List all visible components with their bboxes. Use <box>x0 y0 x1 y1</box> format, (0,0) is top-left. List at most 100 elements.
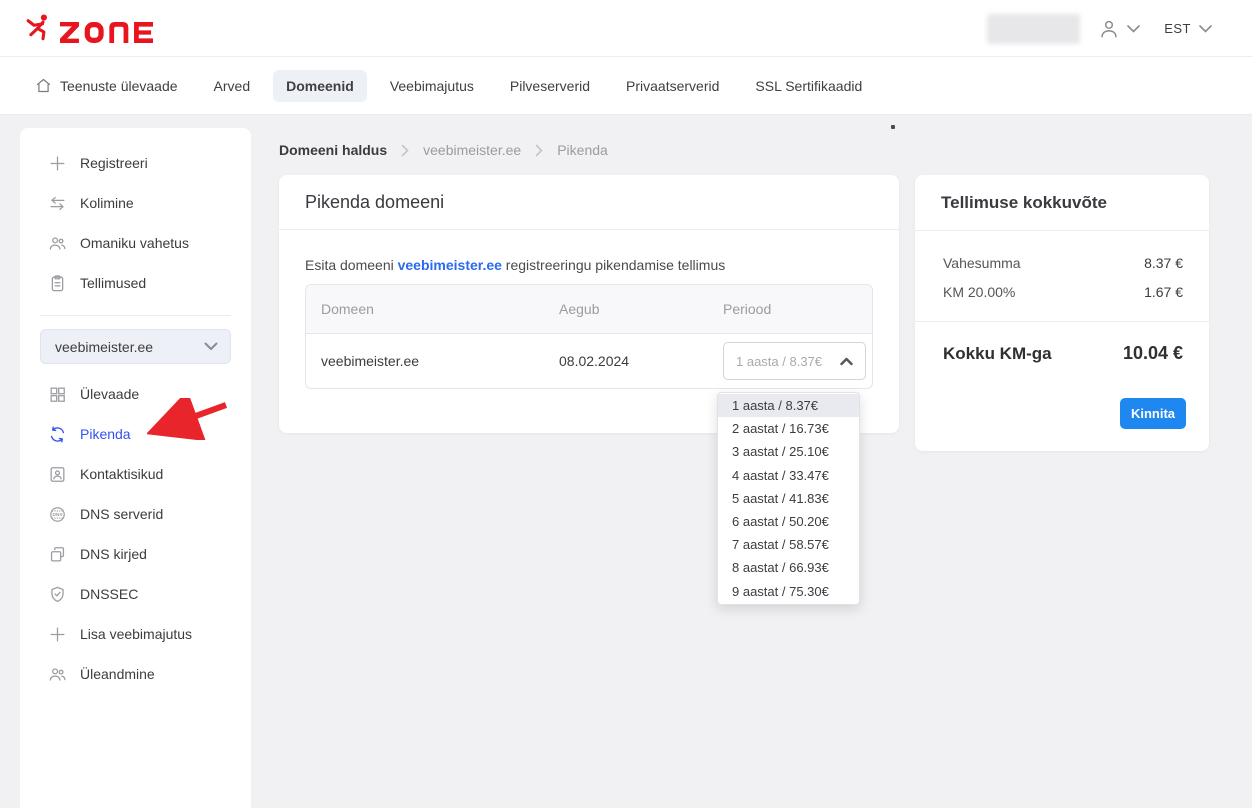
annotation-arrow <box>147 398 231 440</box>
renew-table: Domeen Aegub Periood veebimeister.ee 08.… <box>305 284 873 389</box>
transfer-arrows-icon <box>48 194 67 213</box>
people-icon <box>48 234 67 253</box>
tab-privaatserverid[interactable]: Privaatserverid <box>626 78 719 94</box>
summary-title: Tellimuse kokkuvõte <box>941 193 1107 213</box>
tab-pilveserverid[interactable]: Pilveserverid <box>510 78 590 94</box>
confirm-button[interactable]: Kinnita <box>1120 398 1186 429</box>
vat-value: 1.67 € <box>1144 284 1183 300</box>
sidebar-item-registreeri[interactable]: Registreeri <box>20 143 251 183</box>
zone-runner-icon <box>25 12 52 43</box>
user-menu[interactable] <box>1098 18 1140 40</box>
order-summary-card: Tellimuse kokkuvõte Vahesumma 8.37 € KM … <box>915 175 1209 451</box>
records-icon <box>48 545 67 564</box>
period-option-1[interactable]: 1 aasta / 8.37€ <box>718 394 859 417</box>
sidebar-item-dns-serverid[interactable]: DNS DNS serverid <box>20 494 251 534</box>
renew-description: Esita domeeni veebimeister.ee registreer… <box>305 257 873 273</box>
sidebar-item-label: DNSSEC <box>80 586 138 602</box>
redacted-username <box>987 14 1080 44</box>
chevron-down-icon <box>1199 25 1212 33</box>
sidebar-item-dnssec[interactable]: DNSSEC <box>20 574 251 614</box>
summary-total-row: Kokku KM-ga 10.04 € <box>915 322 1209 364</box>
main-nav: Teenuste ülevaade Arved Domeenid Veebima… <box>0 57 1252 115</box>
selected-domain: veebimeister.ee <box>55 339 153 355</box>
period-select[interactable]: 1 aasta / 8.37€ <box>723 342 866 380</box>
total-value: 10.04 € <box>1123 343 1183 364</box>
column-header-periood: Periood <box>723 301 872 317</box>
clipboard-icon <box>48 274 67 293</box>
column-header-domeen: Domeen <box>306 301 559 317</box>
period-dropdown-menu: 1 aasta / 8.37€ 2 aastat / 16.73€ 3 aast… <box>717 392 860 605</box>
tab-domeenid[interactable]: Domeenid <box>273 70 367 102</box>
chevron-up-icon <box>840 357 853 366</box>
expiry-date-cell: 08.02.2024 <box>559 353 723 369</box>
sidebar-item-uleandmine[interactable]: Üleandmine <box>20 654 251 694</box>
period-option-7[interactable]: 7 aastat / 58.57€ <box>718 533 859 556</box>
user-icon <box>1098 18 1120 40</box>
subtotal-label: Vahesumma <box>943 255 1021 271</box>
tab-label: Domeenid <box>286 78 354 94</box>
tab-teenuste-ulevaade[interactable]: Teenuste ülevaade <box>35 77 178 94</box>
tab-ssl-sertifikaadid[interactable]: SSL Sertifikaadid <box>755 78 862 94</box>
vat-label: KM 20.00% <box>943 284 1015 300</box>
sidebar-divider <box>40 315 231 316</box>
period-option-8[interactable]: 8 aastat / 66.93€ <box>718 556 859 579</box>
table-row: veebimeister.ee 08.02.2024 1 aasta / 8.3… <box>306 334 872 388</box>
total-label: Kokku KM-ga <box>943 344 1052 364</box>
description-text: Esita domeeni <box>305 257 398 273</box>
period-option-4[interactable]: 4 aastat / 33.47€ <box>718 464 859 487</box>
sidebar-item-kontaktisikud[interactable]: Kontaktisikud <box>20 454 251 494</box>
tab-label: Pilveserverid <box>510 78 590 94</box>
period-option-2[interactable]: 2 aastat / 16.73€ <box>718 417 859 440</box>
summary-row-vat: KM 20.00% 1.67 € <box>943 284 1183 300</box>
people-icon <box>48 665 67 684</box>
domain-sidebar: Registreeri Kolimine Omaniku vahetus Tel… <box>20 128 251 808</box>
zone-logo-wordmark <box>60 22 153 43</box>
chevron-right-icon <box>401 144 409 157</box>
grid-icon <box>48 385 67 404</box>
top-header: EST <box>0 0 1252 57</box>
tab-veebimajutus[interactable]: Veebimajutus <box>390 78 474 94</box>
breadcrumb-domain[interactable]: veebimeister.ee <box>423 142 521 158</box>
tab-label: Privaatserverid <box>626 78 719 94</box>
breadcrumb-pikenda: Pikenda <box>557 142 608 158</box>
contact-card-icon <box>48 465 67 484</box>
tab-label: Veebimajutus <box>390 78 474 94</box>
summary-row-subtotal: Vahesumma 8.37 € <box>943 255 1183 271</box>
period-option-5[interactable]: 5 aastat / 41.83€ <box>718 487 859 510</box>
sidebar-item-label: Ülevaade <box>80 386 139 402</box>
language-label: EST <box>1164 21 1191 36</box>
svg-text:DNS: DNS <box>52 512 62 518</box>
sidebar-item-label: Lisa veebimajutus <box>80 626 192 642</box>
zone-logo[interactable] <box>25 12 153 43</box>
domain-cell: veebimeister.ee <box>306 353 559 369</box>
breadcrumb-domeeni-haldus[interactable]: Domeeni haldus <box>279 142 387 158</box>
language-selector[interactable]: EST <box>1164 21 1212 36</box>
column-header-aegub: Aegub <box>559 301 723 317</box>
tab-label: Teenuste ülevaade <box>60 78 178 94</box>
sidebar-item-tellimused[interactable]: Tellimused <box>20 263 251 303</box>
sidebar-item-label: Tellimused <box>80 275 146 291</box>
sidebar-item-kolimine[interactable]: Kolimine <box>20 183 251 223</box>
chevron-down-icon <box>204 342 218 351</box>
sidebar-item-dns-kirjed[interactable]: DNS kirjed <box>20 534 251 574</box>
plus-icon <box>48 154 67 173</box>
period-select-value: 1 aasta / 8.37€ <box>736 354 822 369</box>
sidebar-item-omaniku-vahetus[interactable]: Omaniku vahetus <box>20 223 251 263</box>
sidebar-item-label: Omaniku vahetus <box>80 235 189 251</box>
sidebar-item-label: DNS kirjed <box>80 546 147 562</box>
period-option-9[interactable]: 9 aastat / 75.30€ <box>718 580 859 603</box>
chevron-right-icon <box>535 144 543 157</box>
plus-icon <box>48 625 67 644</box>
period-option-6[interactable]: 6 aastat / 50.20€ <box>718 510 859 533</box>
sidebar-item-label: Pikenda <box>80 426 131 442</box>
tab-arved[interactable]: Arved <box>214 78 251 94</box>
page-title: Pikenda domeeni <box>305 192 444 213</box>
sidebar-item-label: Registreeri <box>80 155 148 171</box>
subtotal-value: 8.37 € <box>1144 255 1183 271</box>
domain-link[interactable]: veebimeister.ee <box>398 257 502 273</box>
sidebar-item-label: DNS serverid <box>80 506 163 522</box>
sidebar-item-lisa-veebimajutus[interactable]: Lisa veebimajutus <box>20 614 251 654</box>
period-option-3[interactable]: 3 aastat / 25.10€ <box>718 440 859 463</box>
chevron-down-icon <box>1127 25 1140 33</box>
domain-selector[interactable]: veebimeister.ee <box>40 329 231 364</box>
